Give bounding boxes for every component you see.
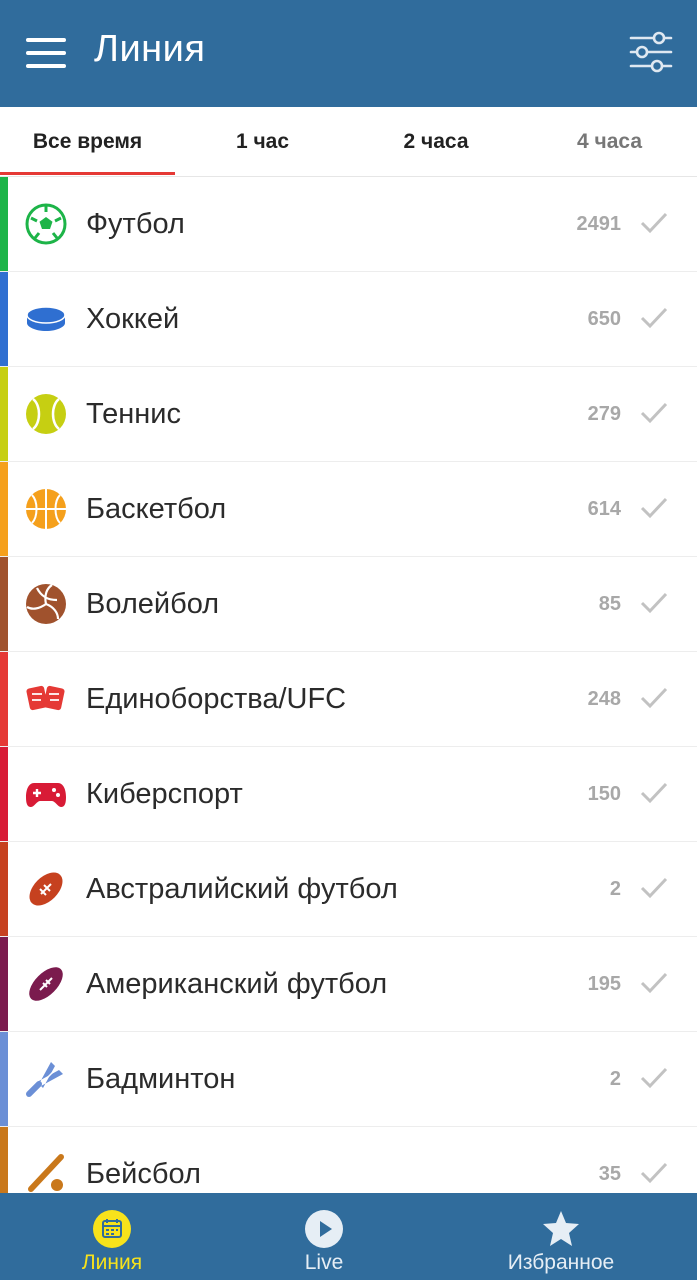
time-filter-tabs: Все время 1 час 2 часа 4 часа bbox=[0, 107, 697, 177]
gamepad-icon bbox=[26, 783, 66, 807]
nav-line[interactable]: Линия bbox=[52, 1193, 172, 1280]
hamburger-menu-icon[interactable] bbox=[26, 38, 66, 68]
hockey-puck-icon bbox=[26, 306, 66, 331]
sport-color-bar bbox=[0, 1127, 8, 1193]
sport-name: Бейсбол bbox=[86, 1158, 201, 1190]
sport-name: Бадминтон bbox=[86, 1063, 236, 1095]
list-item-badminton[interactable]: Бадминтон 2 bbox=[0, 1032, 697, 1127]
sport-color-bar bbox=[0, 842, 8, 936]
sport-color-bar bbox=[0, 1032, 8, 1126]
sport-color-bar bbox=[0, 937, 8, 1031]
list-item-ufc[interactable]: Единоборства/UFC 248 bbox=[0, 652, 697, 747]
event-count: 614 bbox=[587, 498, 621, 520]
page-title: Линия bbox=[94, 28, 206, 70]
star-icon bbox=[543, 1211, 579, 1246]
event-count: 2491 bbox=[576, 213, 622, 235]
event-count: 279 bbox=[587, 403, 621, 425]
event-count: 150 bbox=[587, 783, 621, 805]
checkmark-icon[interactable] bbox=[639, 1065, 669, 1091]
checkmark-icon[interactable] bbox=[639, 875, 669, 901]
checkmark-icon[interactable] bbox=[639, 590, 669, 616]
nav-label: Избранное bbox=[507, 1251, 615, 1274]
list-item-american-football[interactable]: Американский футбол 195 bbox=[0, 937, 697, 1032]
basketball-icon bbox=[26, 489, 66, 529]
list-item-baseball[interactable]: Бейсбол 35 bbox=[0, 1127, 697, 1193]
sliders-filter-icon[interactable] bbox=[628, 30, 674, 74]
sport-color-bar bbox=[0, 557, 8, 651]
checkmark-icon[interactable] bbox=[639, 780, 669, 806]
sport-color-bar bbox=[0, 747, 8, 841]
sport-name: Австралийский футбол bbox=[86, 873, 398, 905]
sport-name: Единоборства/UFC bbox=[86, 683, 347, 715]
soccer-ball-icon bbox=[25, 203, 67, 245]
checkmark-icon[interactable] bbox=[639, 1160, 669, 1186]
tab-1-hour[interactable]: 1 час bbox=[175, 107, 350, 177]
tennis-ball-icon bbox=[26, 394, 66, 434]
tab-2-hours[interactable]: 2 часа bbox=[350, 107, 522, 177]
shuttlecock-icon bbox=[26, 1062, 63, 1097]
play-icon bbox=[305, 1210, 343, 1248]
aussie-football-icon bbox=[29, 872, 63, 906]
tab-all-time[interactable]: Все время bbox=[0, 107, 175, 177]
list-item-esports[interactable]: Киберспорт 150 bbox=[0, 747, 697, 842]
event-count: 2 bbox=[609, 878, 621, 900]
sport-color-bar bbox=[0, 177, 8, 271]
volleyball-icon bbox=[26, 584, 66, 624]
list-item-volleyball[interactable]: Волейбол 85 bbox=[0, 557, 697, 652]
sport-color-bar bbox=[0, 462, 8, 556]
nav-live[interactable]: Live bbox=[264, 1193, 384, 1280]
list-item-football[interactable]: Футбол 2491 bbox=[0, 177, 697, 272]
tab-4-hours[interactable]: 4 часа bbox=[522, 107, 697, 177]
sport-color-bar bbox=[0, 272, 8, 366]
checkmark-icon[interactable] bbox=[639, 210, 669, 236]
nav-favorites[interactable]: Избранное bbox=[490, 1193, 632, 1280]
checkmark-icon[interactable] bbox=[639, 970, 669, 996]
event-count: 2 bbox=[609, 1068, 621, 1090]
bottom-navigation: Линия Live Избранное bbox=[0, 1193, 697, 1280]
checkmark-icon[interactable] bbox=[639, 400, 669, 426]
fight-gloves-icon bbox=[26, 685, 65, 711]
baseball-bat-icon bbox=[28, 1154, 64, 1192]
list-item-hockey[interactable]: Хоккей 650 bbox=[0, 272, 697, 367]
sport-name: Футбол bbox=[86, 208, 185, 240]
sports-list: Футбол 2491 Хоккей 650 Теннис 279 Баскет… bbox=[0, 177, 697, 1193]
sport-color-bar bbox=[0, 652, 8, 746]
checkmark-icon[interactable] bbox=[639, 685, 669, 711]
nav-label: Live bbox=[304, 1251, 344, 1274]
sport-name: Хоккей bbox=[86, 303, 180, 335]
sport-name: Волейбол bbox=[86, 588, 220, 620]
event-count: 85 bbox=[598, 593, 621, 615]
list-item-tennis[interactable]: Теннис 279 bbox=[0, 367, 697, 462]
event-count: 35 bbox=[598, 1163, 621, 1185]
nav-label: Линия bbox=[81, 1251, 143, 1274]
sport-name: Баскетбол bbox=[86, 493, 227, 525]
event-count: 195 bbox=[587, 973, 621, 995]
checkmark-icon[interactable] bbox=[639, 305, 669, 331]
event-count: 650 bbox=[587, 308, 621, 330]
list-item-basketball[interactable]: Баскетбол 614 bbox=[0, 462, 697, 557]
sport-color-bar bbox=[0, 367, 8, 461]
list-item-aussie-football[interactable]: Австралийский футбол 2 bbox=[0, 842, 697, 937]
checkmark-icon[interactable] bbox=[639, 495, 669, 521]
sport-name: Теннис bbox=[86, 398, 181, 430]
calendar-icon bbox=[93, 1210, 131, 1248]
app-header: Линия bbox=[0, 0, 697, 107]
american-football-icon bbox=[29, 967, 63, 1001]
sport-name: Киберспорт bbox=[86, 778, 243, 810]
event-count: 248 bbox=[587, 688, 621, 710]
sport-name: Американский футбол bbox=[86, 968, 388, 1000]
active-tab-indicator bbox=[0, 172, 175, 175]
